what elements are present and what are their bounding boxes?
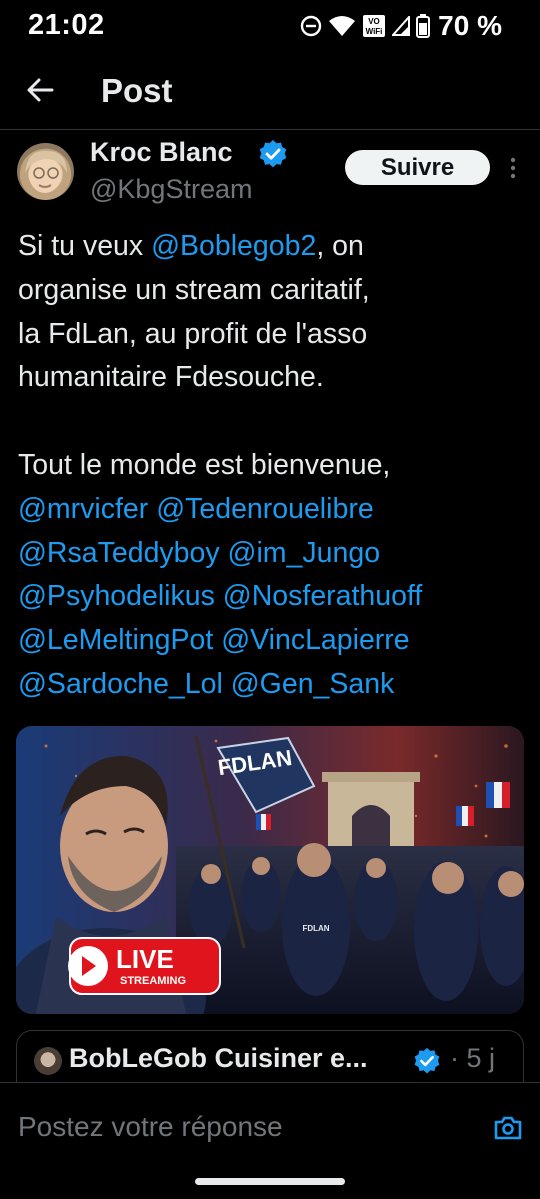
camera-icon[interactable] [493,1113,523,1143]
home-indicator[interactable] [195,1178,345,1185]
reply-input[interactable]: Postez votre réponse [18,1111,283,1143]
live-badge: LIVE STREAMING [68,937,221,995]
svg-text:LIVE: LIVE [116,944,174,974]
top-app-bar: Post [0,52,540,130]
mention-link[interactable]: @VincLapierre [221,624,409,656]
post-text-line [18,400,528,444]
mention-link[interactable]: @Psyhodelikus [18,580,215,612]
quoted-post[interactable]: BobLeGob Cuisiner e... · 5 j [16,1030,524,1090]
post-text-segment: organise un stream caritatif, [18,273,370,306]
post-text-segment: humanitaire Fdesouche. [18,361,324,394]
post-text-segment: Si tu veux [18,230,152,262]
mention-link[interactable]: @Nosferathuoff [223,580,423,612]
vowifi-bottom: WiFi [366,27,383,36]
signal-icon [392,16,411,36]
mention-link[interactable]: @LeMeltingPot [18,624,213,656]
arrow-left-icon[interactable] [22,72,58,108]
status-icons: VO WiFi 70 % [300,10,502,42]
post-text-segment [220,537,228,569]
jacket-text: FDLAN [302,924,329,933]
quote-author-name: BobLeGob Cuisiner e... [69,1043,368,1073]
author-handle[interactable]: @KbgStream [90,174,252,205]
post-text-segment: , on [316,230,364,262]
post-text-line: @Psyhodelikus @Nosferathuoff [18,575,528,619]
post-image[interactable]: FDLAN FDLAN LIVE STREAMING [16,726,524,1014]
status-time: 21:02 [28,9,105,41]
arch-illustration [322,772,420,848]
post-text-line: Tout le monde est bienvenue, [18,444,528,488]
post-text: Si tu veux @Boblegob2, on organise un str… [18,225,528,707]
post-text-segment: la FdLan, au profit de l'asso [18,317,368,350]
post-text-line: Si tu veux @Boblegob2, on [18,225,528,269]
mention-link[interactable]: @Tedenrouelibre [156,493,373,525]
mention-link[interactable]: @Boblegob2 [151,230,316,262]
reply-bar: Postez votre réponse [0,1082,540,1178]
wifi-icon [329,16,356,36]
author-name[interactable]: Kroc Blanc [90,137,233,168]
author-avatar[interactable] [17,143,74,200]
status-bar: 21:02 VO WiFi 70 % [0,0,540,52]
post-text-segment [223,668,231,700]
mention-link[interactable]: @Gen_Sank [231,668,395,700]
post-text-line: organise un stream caritatif, [18,269,528,313]
post-text-line: @Sardoche_Lol @Gen_Sank [18,663,528,707]
mention-link[interactable]: @RsaTeddyboy [18,537,220,569]
verified-badge-icon [414,1047,440,1074]
follow-button[interactable]: Suivre [345,150,490,185]
post-text-line: humanitaire Fdesouche. [18,356,528,400]
vowifi-top: VO [368,17,380,26]
svg-text:STREAMING: STREAMING [120,975,186,987]
post-text-line: @mrvicfer @Tedenrouelibre [18,488,528,532]
battery-percent: 70 % [438,10,502,41]
post-text-segment [148,493,156,525]
post-text-line: @LeMeltingPot @VincLapierre [18,619,528,663]
quote-avatar [34,1047,62,1075]
more-options-icon[interactable] [506,155,520,181]
mention-link[interactable]: @mrvicfer [18,493,148,525]
mention-link[interactable]: @Sardoche_Lol [18,668,223,700]
vowifi-icon: VO WiFi [363,15,386,37]
mention-link[interactable]: @im_Jungo [228,537,381,569]
post-text-line: @RsaTeddyboy @im_Jungo [18,532,528,576]
dnd-icon [300,15,322,37]
page-title: Post [101,72,173,109]
post-text-segment [215,580,223,612]
post-text-line: la FdLan, au profit de l'asso [18,313,528,357]
post-text-segment: Tout le monde est bienvenue, [18,448,391,481]
verified-badge-icon [259,140,287,168]
quote-timestamp: · 5 j [450,1043,496,1073]
battery-icon [416,14,431,38]
